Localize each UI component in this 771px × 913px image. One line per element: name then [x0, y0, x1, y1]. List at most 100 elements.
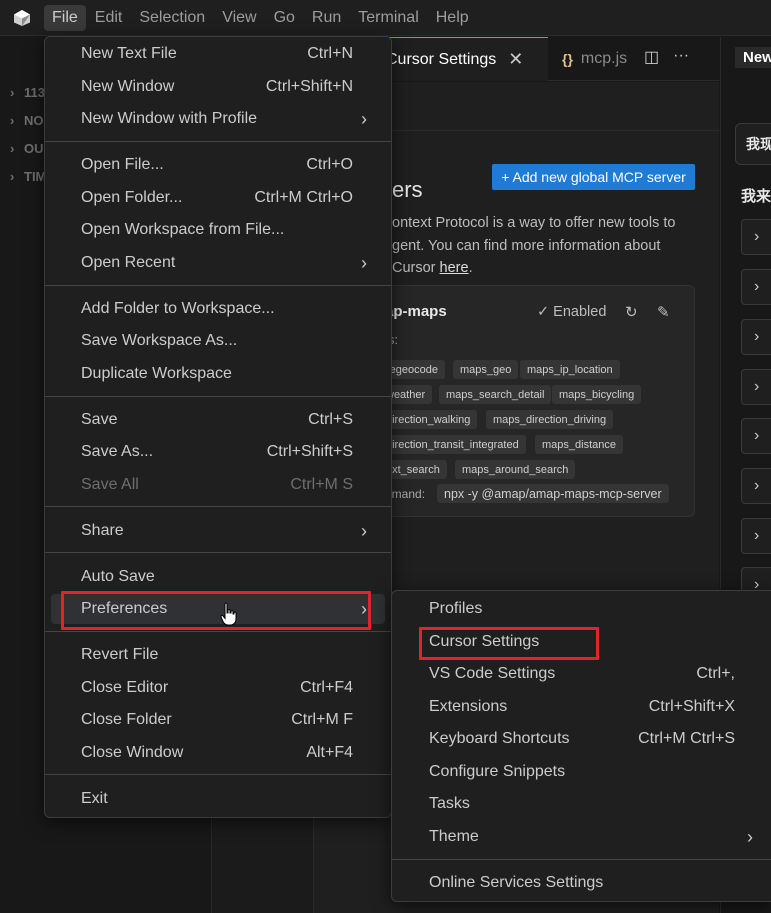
mcp-docs-link[interactable]: here — [440, 260, 469, 276]
tool-chip: direction_transit_integrated — [379, 435, 526, 454]
json-file-icon: {} — [562, 51, 573, 67]
split-editor-icon[interactable]: ◫ — [644, 47, 659, 67]
mcp-description: ontext Protocol is a way to offer new to… — [392, 215, 676, 276]
menu-separator — [45, 506, 391, 507]
chat-message-box[interactable]: 我现 — [735, 123, 771, 165]
menu-item-open-recent[interactable]: Open Recent › — [51, 248, 385, 278]
menu-item-tasks[interactable]: Tasks — [398, 789, 771, 819]
expand-item-button[interactable]: › — [741, 319, 771, 355]
menu-separator — [45, 285, 391, 286]
sidebar-section[interactable]: › 113 — [10, 85, 45, 100]
menu-separator — [45, 631, 391, 632]
menu-bar: File Edit Selection View Go Run Terminal… — [0, 0, 771, 36]
cursor-logo-icon[interactable] — [0, 0, 44, 36]
edit-icon[interactable]: ✎ — [657, 303, 670, 321]
expand-item-button[interactable]: › — [741, 468, 771, 504]
chevron-right-icon: › — [361, 252, 367, 273]
tool-chip: maps_ip_location — [520, 360, 620, 379]
menu-edit[interactable]: Edit — [87, 5, 131, 31]
menu-go[interactable]: Go — [266, 5, 303, 31]
new-chat-tab[interactable]: New — [735, 47, 771, 68]
expand-item-button[interactable]: › — [741, 269, 771, 305]
mcp-server-card: ap-maps ✓ Enabled ↻ ✎ ls: regeocode maps… — [374, 285, 695, 517]
menu-run[interactable]: Run — [304, 5, 349, 31]
menu-item-new-window-with-profile[interactable]: New Window with Profile › — [51, 104, 385, 134]
expand-item-button[interactable]: › — [741, 418, 771, 454]
more-actions-icon[interactable]: ··· — [673, 47, 689, 67]
menu-item-keyboard-shortcuts[interactable]: Keyboard Shortcuts Ctrl+M Ctrl+S — [398, 724, 771, 754]
add-mcp-server-button[interactable]: + Add new global MCP server — [492, 164, 695, 190]
chevron-right-icon: › — [754, 427, 760, 444]
menu-separator — [45, 774, 391, 775]
file-menu: New Text File Ctrl+N New Window Ctrl+Shift… — [44, 36, 392, 818]
sidebar-section[interactable]: › OU — [10, 141, 44, 156]
tool-chip: maps_distance — [535, 435, 623, 454]
chevron-right-icon: › — [361, 520, 367, 541]
menu-selection[interactable]: Selection — [131, 5, 213, 31]
sidebar-section[interactable]: › TIM — [10, 169, 46, 184]
menu-help[interactable]: Help — [428, 5, 477, 31]
menu-file[interactable]: File — [44, 4, 86, 31]
menu-item-duplicate-workspace[interactable]: Duplicate Workspace — [51, 359, 385, 389]
menu-item-extensions[interactable]: Extensions Ctrl+Shift+X — [398, 692, 771, 722]
expand-item-button[interactable]: › — [741, 219, 771, 255]
tab-label: mcp.js — [580, 50, 628, 67]
menu-terminal[interactable]: Terminal — [350, 5, 426, 31]
chevron-right-icon: › — [754, 228, 760, 245]
expand-item-button[interactable]: › — [741, 369, 771, 405]
menu-item-close-editor[interactable]: Close Editor Ctrl+F4 — [51, 673, 385, 703]
menu-item-close-folder[interactable]: Close Folder Ctrl+M F — [51, 705, 385, 735]
menu-item-new-text-file[interactable]: New Text File Ctrl+N — [51, 39, 385, 69]
command-value: npx -y @amap/amap-maps-mcp-server — [437, 484, 669, 503]
menu-item-revert-file[interactable]: Revert File — [51, 640, 385, 670]
menu-item-save[interactable]: Save Ctrl+S — [51, 405, 385, 435]
menu-view[interactable]: View — [214, 5, 264, 31]
tool-chip: maps_bicycling — [552, 385, 642, 404]
tool-chip: maps_around_search — [455, 460, 576, 479]
menu-item-save-all: Save All Ctrl+M S — [81, 476, 353, 493]
menu-separator — [45, 141, 391, 142]
refresh-icon[interactable]: ↻ — [625, 303, 638, 321]
menu-item-save-as[interactable]: Save As... Ctrl+Shift+S — [51, 437, 385, 467]
chevron-right-icon: › — [10, 85, 15, 100]
chat-intro-text: 我来 — [741, 188, 771, 205]
menu-item-auto-save[interactable]: Auto Save — [51, 562, 385, 592]
menu-item-add-folder-to-workspace[interactable]: Add Folder to Workspace... — [51, 294, 385, 324]
menu-item-vscode-settings[interactable]: VS Code Settings Ctrl+, — [398, 659, 771, 689]
chevron-right-icon: › — [10, 141, 15, 156]
menu-item-exit[interactable]: Exit — [51, 784, 385, 814]
chevron-right-icon: › — [754, 328, 760, 345]
editor-actions: ◫ ··· — [644, 47, 689, 67]
menu-item-theme[interactable]: Theme › — [398, 822, 771, 852]
tab-mcp-js[interactable]: {} mcp.js — [562, 37, 627, 81]
chevron-right-icon: › — [747, 826, 753, 847]
menu-separator — [45, 396, 391, 397]
menu-item-profiles[interactable]: Profiles — [398, 594, 771, 624]
tool-chip: maps_search_detail — [439, 385, 552, 404]
menu-item-close-window[interactable]: Close Window Alt+F4 — [51, 738, 385, 768]
tool-chip: direction_walking — [379, 410, 478, 429]
menu-item-open-workspace-from-file[interactable]: Open Workspace from File... — [51, 215, 385, 245]
chevron-right-icon: › — [10, 169, 15, 184]
enabled-status[interactable]: ✓ Enabled — [537, 304, 606, 320]
menu-item-new-window[interactable]: New Window Ctrl+Shift+N — [51, 72, 385, 102]
chevron-right-icon: › — [754, 477, 760, 494]
chevron-right-icon: › — [754, 278, 760, 295]
sidebar-section[interactable]: › NO — [10, 113, 44, 128]
highlight-box-preferences — [61, 591, 371, 630]
expand-item-button[interactable]: › — [741, 518, 771, 554]
menu-item-open-folder[interactable]: Open Folder... Ctrl+M Ctrl+O — [51, 183, 385, 213]
tool-chip: maps_direction_driving — [486, 410, 614, 429]
chevron-right-icon: › — [10, 113, 15, 128]
highlight-box-cursor-settings — [419, 627, 599, 660]
menu-item-save-workspace-as[interactable]: Save Workspace As... — [51, 326, 385, 356]
menu-item-online-services-settings[interactable]: Online Services Settings — [398, 868, 771, 898]
mcp-section-title: ers — [392, 177, 423, 202]
menu-item-configure-snippets[interactable]: Configure Snippets — [398, 757, 771, 787]
menu-item-share[interactable]: Share › — [51, 516, 385, 546]
close-icon[interactable]: ✕ — [508, 49, 523, 70]
menu-item-open-file[interactable]: Open File... Ctrl+O — [51, 150, 385, 180]
tool-chip: maps_geo — [453, 360, 519, 379]
chevron-right-icon: › — [754, 527, 760, 544]
chevron-right-icon: › — [754, 378, 760, 395]
